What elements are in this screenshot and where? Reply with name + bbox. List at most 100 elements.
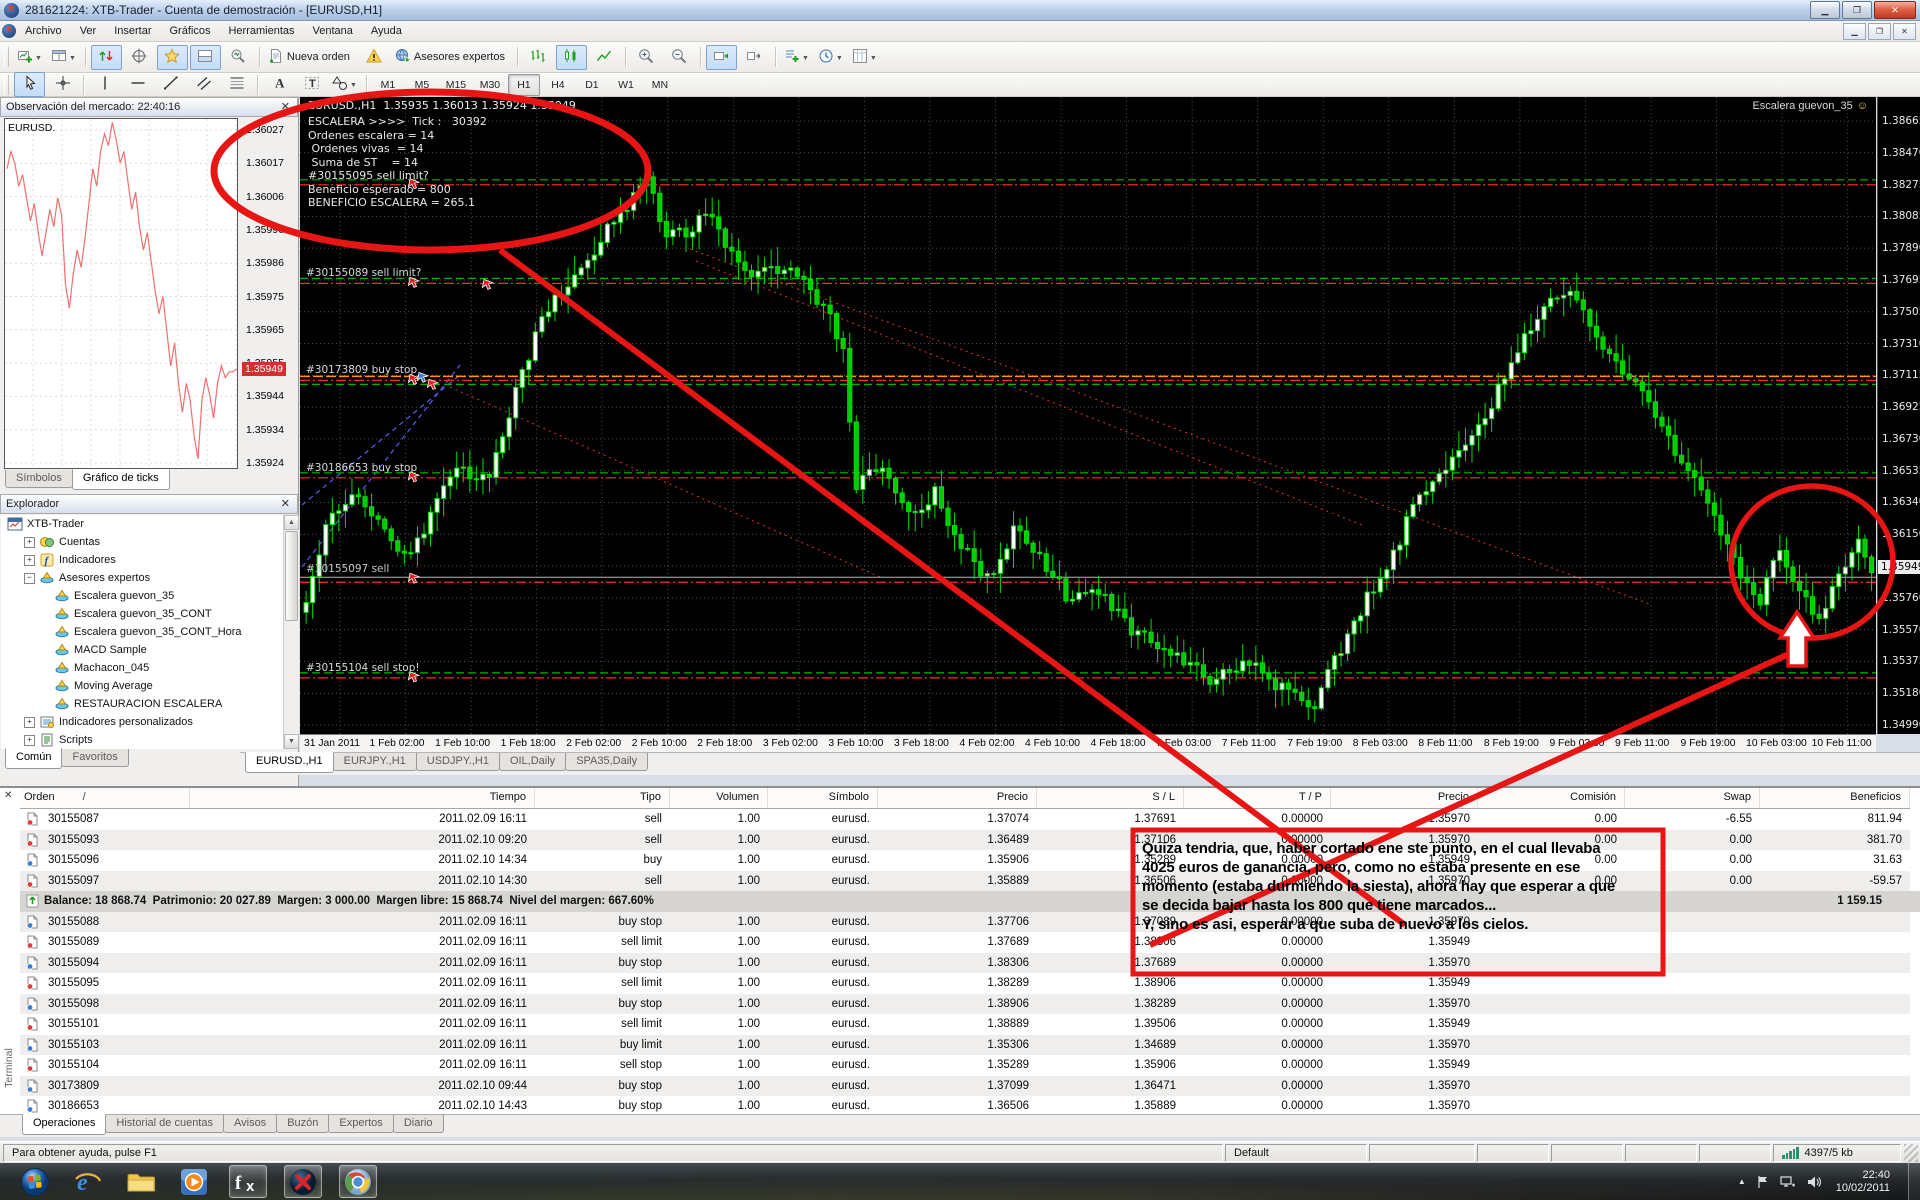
column-header-swap[interactable]: Swap [1625,788,1760,808]
chart-tab-eurusd-h1[interactable]: EURUSD.,H1 [245,752,334,773]
child-restore-button[interactable]: ❐ [1868,23,1891,40]
scrollbar-thumb[interactable] [285,531,298,621]
tray-expand-icon[interactable]: ▲ [1738,1177,1746,1186]
tab-com-n[interactable]: Común [5,748,62,769]
templates-button[interactable]: ▼ [849,45,881,70]
terminal-tab-avisos[interactable]: Avisos [223,1115,277,1133]
start-button[interactable] [17,1166,53,1197]
balance-row[interactable]: Balance: 18 868.74 Patrimonio: 20 027.89… [20,891,1920,912]
tree-item-scripts[interactable]: +Scripts [1,731,298,749]
zoom-in-button[interactable] [631,45,662,70]
channel-tool[interactable] [188,72,219,97]
timeframe-m1[interactable]: M1 [372,74,404,96]
tree-item-xtb-trader[interactable]: XTB-Trader [1,515,298,533]
terminal-tab-expertos[interactable]: Expertos [328,1115,393,1133]
column-header-tipo[interactable]: Tipo [535,788,670,808]
terminal-tab-diario[interactable]: Diario [393,1115,444,1133]
periods-button[interactable]: ▼ [815,45,847,70]
bar-chart-button[interactable] [523,45,554,70]
metaeditor-button[interactable] [359,45,390,70]
candlestick-chart-button[interactable] [556,45,587,70]
auto-scroll-button[interactable] [706,45,737,70]
pending-order-row[interactable]: 301551032011.02.09 16:11buy limit1.00eur… [20,1035,1910,1056]
pending-order-row[interactable]: 301550882011.02.09 16:11buy stop1.00euru… [20,912,1910,933]
chart-tab-usdjpy-h1[interactable]: USDJPY.,H1 [416,753,500,771]
scroll-up-icon[interactable]: ▲ [284,515,299,530]
new-order-button[interactable]: Nueva orden [265,45,357,70]
child-minimize-button[interactable]: ▁ [1843,23,1866,40]
tree-item-cuentas[interactable]: +Cuentas [1,533,298,551]
toolbar-grip[interactable] [4,75,9,95]
terminal-tab-operaciones[interactable]: Operaciones [22,1114,106,1135]
pending-order-row[interactable]: 301551012011.02.09 16:11sell limit1.00eu… [20,1014,1910,1035]
timeframe-m15[interactable]: M15 [440,74,472,96]
open-order-row[interactable]: 301550872011.02.09 16:11sell1.00eurusd.1… [20,809,1910,830]
tree-item-escalera-guevon-35-cont[interactable]: Escalera guevon_35_CONT [1,605,298,623]
internet-explorer-icon[interactable]: e [70,1166,106,1197]
show-desktop-button[interactable] [1908,1163,1920,1200]
chart-shift-button[interactable] [739,45,770,70]
tree-item-asesores-expertos[interactable]: −Asesores expertos [1,569,298,587]
price-scale[interactable]: 1.386651.384701.382751.380851.378901.376… [1877,97,1920,734]
column-header-precio[interactable]: Precio [878,788,1037,808]
open-order-row[interactable]: 301550932011.02.10 09:20sell1.00eurusd.1… [20,830,1910,851]
xtb-trader-icon[interactable] [284,1165,322,1198]
timeframe-mn[interactable]: MN [644,74,676,96]
expert-advisors-button[interactable]: Asesores expertos [392,45,512,70]
profiles-button[interactable]: ▼ [48,45,80,70]
tree-item-macd-sample[interactable]: MACD Sample [1,641,298,659]
order-line-label[interactable]: #30173809 buy stop [306,364,417,376]
fibonacci-tool[interactable] [221,72,252,97]
time-axis[interactable]: 31 Jan 20111 Feb 02:001 Feb 10:001 Feb 1… [300,734,1876,752]
text-tool[interactable]: A [263,72,294,97]
resize-grip-icon[interactable] [1904,1144,1918,1162]
vertical-line-tool[interactable] [89,72,120,97]
column-header-comisin[interactable]: Comisión [1478,788,1625,808]
order-line-label[interactable]: #30155104 sell stop! [306,662,420,674]
pending-order-row[interactable]: 301550982011.02.09 16:11buy stop1.00euru… [20,994,1910,1015]
tree-item-machacon-045[interactable]: Machacon_045 [1,659,298,677]
order-line-label[interactable]: #30155097 sell [306,563,389,575]
terminal-toggle[interactable] [190,45,221,70]
candlestick-chart[interactable] [300,97,1876,734]
tree-item-indicadores[interactable]: +fIndicadores [1,551,298,569]
menu-ver[interactable]: Ver [71,22,106,40]
tree-item-escalera-guevon-35[interactable]: Escalera guevon_35 [1,587,298,605]
terminal-tab-historial-de-cuentas[interactable]: Historial de cuentas [105,1115,224,1133]
chart-tab-eurjpy-h1[interactable]: EURJPY.,H1 [333,753,417,771]
pending-order-row[interactable]: 301550942011.02.09 16:11buy stop1.00euru… [20,953,1910,974]
close-button[interactable]: ✕ [1874,1,1916,19]
open-order-row[interactable]: 301550962011.02.10 14:34buy1.00eurusd.1.… [20,850,1910,871]
tree-item-indicadores-personalizados[interactable]: +Indicadores personalizados [1,713,298,731]
timeframe-m30[interactable]: M30 [474,74,506,96]
timeframe-w1[interactable]: W1 [610,74,642,96]
crosshair-tool[interactable] [47,72,78,97]
label-tool[interactable]: T [296,72,327,97]
indicators-button[interactable]: ▼ [781,45,813,70]
expand-icon[interactable]: + [24,735,35,746]
column-header-tp[interactable]: T / P [1184,788,1331,808]
status-profile[interactable]: Default [1225,1144,1367,1162]
menu-insertar[interactable]: Insertar [105,22,160,40]
navigator-toggle[interactable] [157,45,188,70]
expand-icon[interactable]: + [24,555,35,566]
open-order-row[interactable]: 301550972011.02.10 14:30sell1.00eurusd.1… [20,871,1910,892]
menu-herramientas[interactable]: Herramientas [219,22,303,40]
minimize-button[interactable]: ▁ [1810,1,1840,19]
chrome-icon[interactable] [339,1165,377,1198]
network-icon[interactable] [1780,1175,1796,1189]
navigator-scrollbar[interactable]: ▲▼ [283,515,299,749]
zoom-out-button[interactable] [664,45,695,70]
volume-icon[interactable] [1806,1175,1822,1189]
timeframe-d1[interactable]: D1 [576,74,608,96]
new-chart-button[interactable]: ▼ [14,45,46,70]
market-watch-toggle[interactable] [91,45,122,70]
tick-chart-panel[interactable]: EURUSD.1.360271.360171.360061.359961.359… [0,118,298,470]
tree-item-moving-average[interactable]: Moving Average [1,677,298,695]
horizontal-line-tool[interactable] [122,72,153,97]
child-close-button[interactable]: ✕ [1893,23,1916,40]
collapse-icon[interactable]: − [24,573,35,584]
column-header-orden[interactable]: Orden/ [20,788,190,808]
timeframe-m5[interactable]: M5 [406,74,438,96]
expand-icon[interactable]: + [24,537,35,548]
